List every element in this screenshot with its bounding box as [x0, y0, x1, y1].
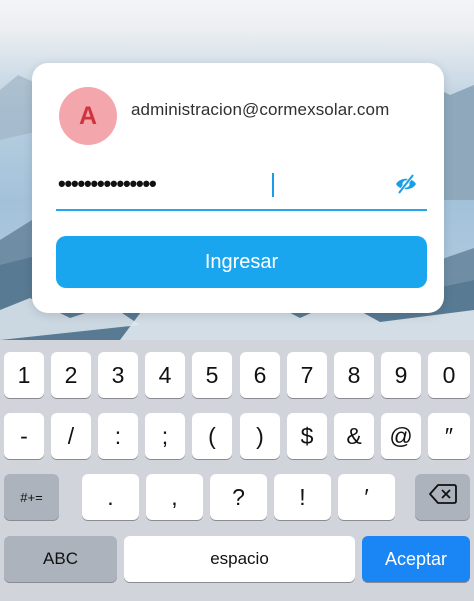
- key-slash[interactable]: /: [51, 413, 91, 459]
- key-open-paren[interactable]: (: [192, 413, 232, 459]
- text-cursor: [272, 173, 274, 197]
- key-7[interactable]: 7: [287, 352, 327, 398]
- key-6[interactable]: 6: [240, 352, 280, 398]
- key-1[interactable]: 1: [4, 352, 44, 398]
- key-abc[interactable]: ABC: [4, 536, 117, 582]
- password-field[interactable]: •••••••••••••••: [56, 165, 427, 209]
- key-symbols[interactable]: #+=: [4, 474, 59, 520]
- eye-off-icon[interactable]: [393, 171, 419, 197]
- key-8[interactable]: 8: [334, 352, 374, 398]
- key-apostrophe[interactable]: ′: [338, 474, 395, 520]
- login-card: A administracion@cormexsolar.com •••••••…: [32, 63, 444, 313]
- key-0[interactable]: 0: [428, 352, 470, 398]
- key-3[interactable]: 3: [98, 352, 138, 398]
- key-2[interactable]: 2: [51, 352, 91, 398]
- key-question[interactable]: ?: [210, 474, 267, 520]
- key-close-paren[interactable]: ): [240, 413, 280, 459]
- key-colon[interactable]: :: [98, 413, 138, 459]
- backspace-key[interactable]: [415, 474, 470, 520]
- key-dollar[interactable]: $: [287, 413, 327, 459]
- avatar-initial: A: [78, 101, 98, 130]
- account-email: administracion@cormexsolar.com: [131, 100, 390, 119]
- key-period[interactable]: .: [82, 474, 139, 520]
- accept-button[interactable]: Aceptar: [362, 536, 470, 582]
- key-4[interactable]: 4: [145, 352, 185, 398]
- key-double-quote[interactable]: ″: [428, 413, 470, 459]
- key-exclamation[interactable]: !: [274, 474, 331, 520]
- backspace-icon: [428, 483, 457, 511]
- key-5[interactable]: 5: [192, 352, 232, 398]
- avatar: A: [59, 87, 117, 145]
- space-bar[interactable]: espacio: [124, 536, 355, 582]
- key-9[interactable]: 9: [381, 352, 421, 398]
- keyboard: 1 2 3 4 5 6 7 8 9 0 - / : ; ( ) $ & @ ″ …: [0, 340, 474, 601]
- password-value[interactable]: •••••••••••••••: [58, 171, 157, 197]
- key-at[interactable]: @: [381, 413, 421, 459]
- key-comma[interactable]: ,: [146, 474, 203, 520]
- login-button[interactable]: Ingresar: [56, 236, 427, 288]
- key-ampersand[interactable]: &: [334, 413, 374, 459]
- key-semicolon[interactable]: ;: [145, 413, 185, 459]
- key-hyphen[interactable]: -: [4, 413, 44, 459]
- password-underline: [56, 209, 427, 211]
